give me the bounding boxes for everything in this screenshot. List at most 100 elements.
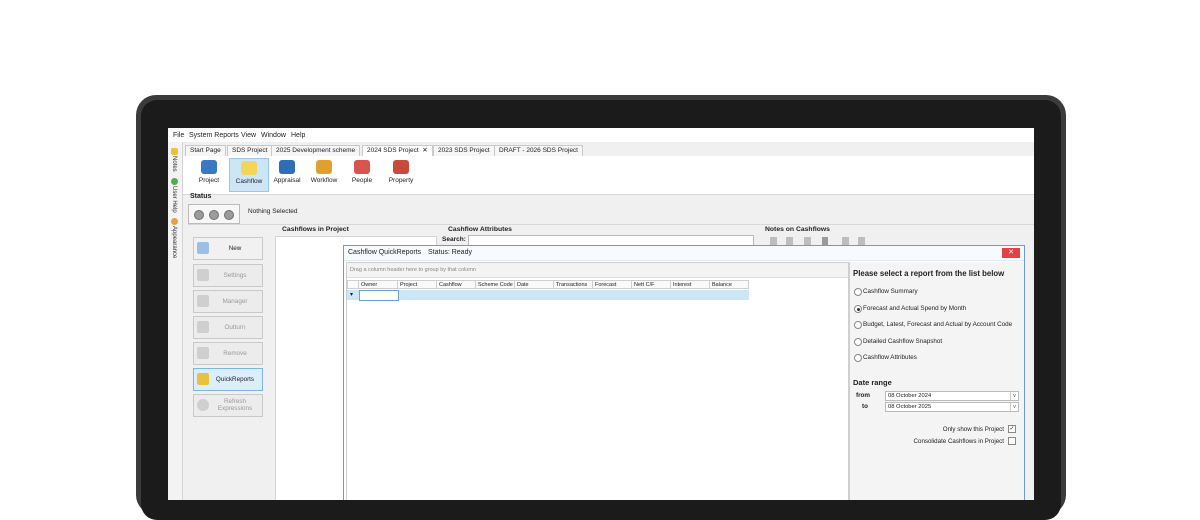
ribbon-label: Cashflow <box>235 178 263 185</box>
manager-button[interactable]: Manager <box>193 290 263 313</box>
ribbon-workflow-button[interactable]: Workflow <box>305 158 343 190</box>
report-option-label[interactable]: Budget, Latest, Forecast and Actual by A… <box>863 321 1019 328</box>
owner-cell-editor[interactable] <box>359 290 399 301</box>
print-icon[interactable] <box>858 237 865 245</box>
menu-help[interactable]: Help <box>291 132 305 139</box>
column-header-balance[interactable]: Balance <box>710 280 749 289</box>
quickreports-button[interactable]: QuickReports <box>193 368 263 391</box>
side-notes[interactable]: Notes <box>171 156 177 172</box>
tab-2025-development-scheme[interactable]: 2025 Development scheme <box>271 145 361 156</box>
attach-icon[interactable] <box>842 237 849 245</box>
wrench-icon <box>197 269 209 281</box>
tab-2023-sds-project[interactable]: 2023 SDS Project <box>433 145 495 156</box>
consolidate-cashflows-checkbox[interactable] <box>1008 437 1016 445</box>
outturn-button[interactable]: Outturn <box>193 316 263 339</box>
remove-button[interactable]: Remove <box>193 342 263 365</box>
people-icon <box>354 160 370 174</box>
notes-on-cashflows-title: Notes on Cashflows <box>765 226 830 233</box>
report-radio[interactable] <box>854 305 862 313</box>
ribbon-property-button[interactable]: Property <box>382 158 420 190</box>
edit-note-icon[interactable] <box>786 237 793 245</box>
dialog-titlebar: Cashflow QuickReports Status: Ready ✕ <box>344 246 1024 261</box>
tab-label: SDS Project <box>232 147 268 154</box>
report-selection-panel: Please select a report from the list bel… <box>849 262 1024 500</box>
report-radio[interactable] <box>854 288 862 296</box>
tab-close-icon[interactable]: ✕ <box>422 147 427 154</box>
new-icon <box>197 242 209 254</box>
column-header-scheme-code[interactable]: Scheme Code <box>476 280 515 289</box>
report-icon <box>197 373 209 385</box>
side-user-help[interactable]: User Help <box>171 186 177 213</box>
delete-note-icon[interactable] <box>822 237 828 245</box>
chevron-down-icon[interactable]: v <box>1010 403 1018 411</box>
manager-icon <box>197 295 209 307</box>
table-row[interactable] <box>347 290 749 300</box>
report-option-label[interactable]: Cashflow Attributes <box>863 354 1019 361</box>
chevron-down-icon[interactable]: v <box>1010 392 1018 400</box>
from-date-select[interactable]: 08 October 2024 v <box>885 391 1019 401</box>
ribbon-people-button[interactable]: People <box>343 158 381 190</box>
only-this-project-checkbox[interactable]: ✓ <box>1008 425 1016 433</box>
column-header-project[interactable]: Project <box>398 280 437 289</box>
side-strip: Notes User Help Appearance <box>168 142 183 500</box>
tab-label: 2024 SDS Project <box>367 147 419 154</box>
dialog-status: Status: Ready <box>428 249 472 256</box>
cashflow-actions: New Settings Manager Outturn Remove Quic… <box>188 228 268 500</box>
divider <box>188 224 1034 225</box>
tab-2024-sds-project[interactable]: 2024 SDS Project ✕ <box>362 145 433 156</box>
settings-button[interactable]: Settings <box>193 264 263 287</box>
menu-view[interactable]: View <box>241 132 256 139</box>
quickreports-dialog: Cashflow QuickReports Status: Ready ✕ Dr… <box>343 245 1025 500</box>
tab-draft-2026-sds-project[interactable]: DRAFT - 2026 SDS Project <box>494 145 583 156</box>
report-radio[interactable] <box>854 338 862 346</box>
menu-window[interactable]: Window <box>261 132 286 139</box>
column-header-owner[interactable]: Owner <box>359 280 398 289</box>
status-title: Status <box>190 193 212 200</box>
only-this-project-label: Only show this Project <box>942 426 1004 433</box>
menu-bar: File System Reports View Window Help <box>168 128 1034 142</box>
tab-start-page[interactable]: Start Page <box>185 145 226 156</box>
from-date-value: 08 October 2024 <box>888 393 932 399</box>
status-text: Nothing Selected <box>248 208 298 215</box>
notes-icon <box>171 148 178 155</box>
report-radio[interactable] <box>854 321 862 329</box>
to-date-select[interactable]: 08 October 2025 v <box>885 402 1019 412</box>
column-header-interest[interactable]: Interest <box>671 280 710 289</box>
status-indicators <box>188 204 240 224</box>
ribbon-project-button[interactable]: Project <box>190 158 228 190</box>
ribbon-cashflow-button[interactable]: Cashflow <box>229 158 269 192</box>
new-button[interactable]: New <box>193 237 263 260</box>
report-radio[interactable] <box>854 354 862 362</box>
menu-file[interactable]: File <box>173 132 184 139</box>
status-light-icon <box>224 210 234 220</box>
group-panel[interactable]: Drag a column header here to group by th… <box>347 263 848 278</box>
close-icon[interactable]: ✕ <box>1002 248 1020 258</box>
button-label: Outturn <box>224 324 246 331</box>
dialog-title: Cashflow QuickReports <box>348 249 422 256</box>
button-label: New <box>228 245 242 252</box>
consolidate-cashflows-label: Consolidate Cashflows in Project <box>913 438 1004 445</box>
column-header-nett-cf[interactable]: Nett C/F <box>632 280 671 289</box>
date-range-title: Date range <box>853 378 892 387</box>
save-note-icon[interactable] <box>804 237 811 245</box>
ribbon: Project Cashflow Appraisal Workflow Peop… <box>183 156 1034 195</box>
report-option-label[interactable]: Forecast and Actual Spend by Month <box>863 305 1019 312</box>
report-option-label[interactable]: Detailed Cashflow Snapshot <box>863 338 1019 345</box>
appraisal-icon <box>279 160 295 174</box>
column-header-date[interactable]: Date <box>515 280 554 289</box>
refresh-expressions-button[interactable]: Refresh Expressions <box>193 394 263 417</box>
column-header-forecast[interactable]: Forecast <box>593 280 632 289</box>
column-header-transactions[interactable]: Transactions <box>554 280 593 289</box>
column-header-cashflow[interactable]: Cashflow <box>437 280 476 289</box>
appearance-icon <box>171 218 178 225</box>
menu-system-reports[interactable]: System Reports <box>189 132 239 139</box>
new-note-icon[interactable] <box>770 237 777 245</box>
tab-label: DRAFT - 2026 SDS Project <box>499 147 578 154</box>
report-option-label[interactable]: Cashflow Summary <box>863 288 1019 295</box>
ribbon-label: Project <box>198 177 220 184</box>
side-appearance[interactable]: Appearance <box>171 226 177 258</box>
ribbon-label: Workflow <box>310 177 338 184</box>
tab-sds-project[interactable]: SDS Project <box>227 145 273 156</box>
report-grid: Drag a column header here to group by th… <box>346 262 849 500</box>
ribbon-appraisal-button[interactable]: Appraisal <box>268 158 306 190</box>
